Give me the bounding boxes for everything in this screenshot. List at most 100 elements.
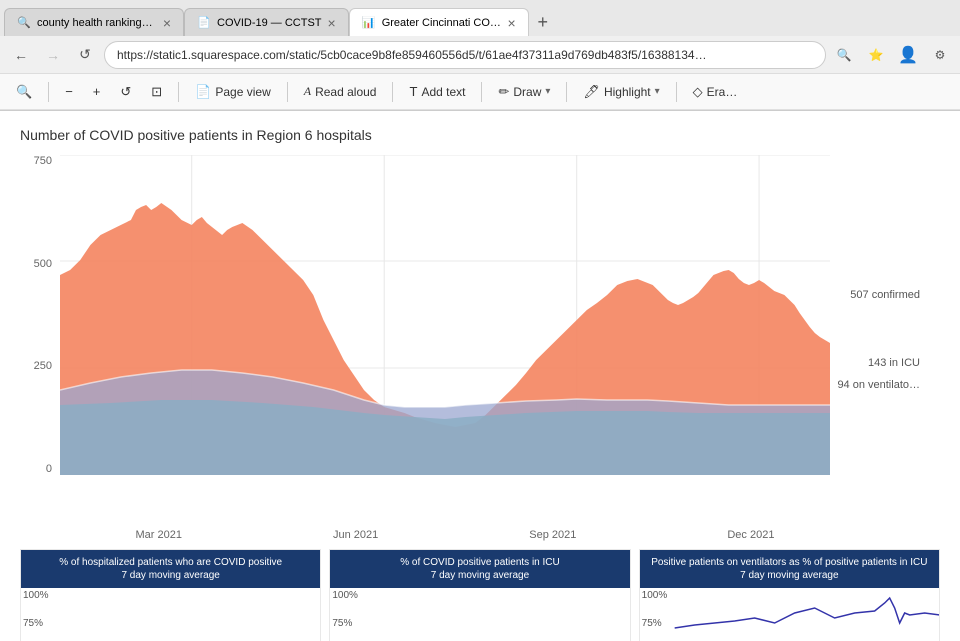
main-chart-svg bbox=[60, 155, 830, 475]
bottom-chart-3-y2: 75% bbox=[642, 618, 662, 629]
bottom-chart-3-header: Positive patients on ventilators as % of… bbox=[640, 550, 939, 588]
bottom-chart-icu: % of COVID positive patients in ICU7 day… bbox=[329, 549, 630, 641]
chart-area: 750 500 250 0 bbox=[20, 155, 920, 525]
erase-label: Era… bbox=[707, 85, 738, 99]
toolbar-divider-2 bbox=[178, 82, 179, 102]
fit-page-button[interactable]: ⊡ bbox=[143, 80, 170, 104]
page-view-button[interactable]: 📄 Page view bbox=[187, 80, 279, 104]
main-content: Number of COVID positive patients in Reg… bbox=[0, 111, 960, 641]
bottom-chart-1-y1: 100% bbox=[23, 590, 49, 601]
page-view-icon: 📄 bbox=[195, 84, 211, 100]
url-box[interactable]: https://static1.squarespace.com/static/5… bbox=[104, 41, 826, 69]
toolbar-divider-3 bbox=[287, 82, 288, 102]
y-axis: 750 500 250 0 bbox=[20, 155, 60, 475]
tab1-title: county health rankings - Google bbox=[37, 17, 157, 29]
y-label-500: 500 bbox=[34, 258, 52, 270]
fit-page-icon: ⊡ bbox=[151, 84, 162, 100]
read-aloud-button[interactable]: A Read aloud bbox=[296, 80, 385, 103]
chart-right-labels: 507 confirmed 143 in ICU 94 on ventilato… bbox=[830, 155, 920, 475]
y-label-250: 250 bbox=[34, 360, 52, 372]
pdf-toolbar: 🔍 − + ↺ ⊡ 📄 Page view A Read aloud T Add… bbox=[0, 74, 960, 110]
y-label-0: 0 bbox=[46, 463, 52, 475]
bottom-chart-2-body: 100% 75% bbox=[330, 588, 629, 641]
bottom-chart-2-header: % of COVID positive patients in ICU7 day… bbox=[330, 550, 629, 588]
favorites-icon[interactable]: ⭐ bbox=[864, 43, 888, 67]
url-text: https://static1.squarespace.com/static/5… bbox=[117, 48, 707, 62]
profile-icon[interactable]: 👤 bbox=[896, 43, 920, 67]
toolbar-divider-7 bbox=[676, 82, 677, 102]
icu-label: 143 in ICU bbox=[868, 357, 920, 369]
bottom-chart-hospitalized: % of hospitalized patients who are COVID… bbox=[20, 549, 321, 641]
rotate-button[interactable]: ↺ bbox=[112, 80, 139, 104]
tab2-favicon: 📄 bbox=[197, 16, 211, 30]
highlight-arrow: ▾ bbox=[655, 86, 660, 97]
bottom-charts: % of hospitalized patients who are COVID… bbox=[20, 549, 940, 641]
y-label-750: 750 bbox=[34, 155, 52, 167]
x-label-dec: Dec 2021 bbox=[727, 529, 774, 541]
read-aloud-icon: A bbox=[304, 84, 311, 99]
browser-chrome: 🔍 county health rankings - Google × 📄 CO… bbox=[0, 0, 960, 111]
erase-button[interactable]: ◇ Era… bbox=[685, 80, 746, 104]
highlight-icon: 🖊 bbox=[583, 84, 600, 100]
bottom-chart-ventilator: Positive patients on ventilators as % of… bbox=[639, 549, 940, 641]
x-label-jun: Jun 2021 bbox=[333, 529, 378, 541]
tab1-close[interactable]: × bbox=[163, 15, 171, 31]
toolbar-divider-1 bbox=[48, 82, 49, 102]
ventilator-label: 94 on ventilato… bbox=[837, 379, 920, 391]
bottom-chart-3-y1: 100% bbox=[642, 590, 668, 601]
toolbar-divider-6 bbox=[566, 82, 567, 102]
tab3-favicon: 📊 bbox=[362, 16, 376, 30]
draw-icon: ✏ bbox=[498, 84, 509, 100]
draw-label: Draw bbox=[513, 85, 541, 99]
address-bar-icons: 🔍 ⭐ 👤 ⚙ bbox=[832, 43, 952, 67]
settings-icon[interactable]: ⚙ bbox=[928, 43, 952, 67]
tab2-title: COVID-19 — CCTST bbox=[217, 17, 322, 29]
bottom-chart-2-y1: 100% bbox=[332, 590, 358, 601]
add-text-icon: T bbox=[409, 84, 417, 99]
chart-svg-container bbox=[60, 155, 830, 475]
search-collections-icon[interactable]: 🔍 bbox=[832, 43, 856, 67]
chart-title: Number of COVID positive patients in Reg… bbox=[20, 127, 940, 143]
x-axis: Mar 2021 Jun 2021 Sep 2021 Dec 2021 bbox=[20, 529, 940, 541]
zoom-out-button[interactable]: − bbox=[57, 80, 81, 103]
bottom-chart-1-body: 100% 75% bbox=[21, 588, 320, 641]
forward-button[interactable]: → bbox=[40, 42, 66, 68]
toolbar-divider-5 bbox=[481, 82, 482, 102]
tab-covid19-site[interactable]: 📊 Greater Cincinnati COVID-19 Sit… × bbox=[349, 8, 529, 36]
draw-arrow: ▾ bbox=[545, 86, 550, 97]
zoom-in-button[interactable]: + bbox=[85, 80, 109, 103]
bottom-chart-1-header: % of hospitalized patients who are COVID… bbox=[21, 550, 320, 588]
search-tool-icon: 🔍 bbox=[16, 84, 32, 100]
zoom-in-icon: + bbox=[93, 84, 101, 99]
tab2-close[interactable]: × bbox=[328, 15, 336, 31]
toolbar-divider-4 bbox=[392, 82, 393, 102]
tab3-title: Greater Cincinnati COVID-19 Sit… bbox=[382, 17, 502, 29]
zoom-out-icon: − bbox=[65, 84, 73, 99]
tab-bar: 🔍 county health rankings - Google × 📄 CO… bbox=[0, 0, 960, 36]
add-text-button[interactable]: T Add text bbox=[401, 80, 473, 103]
tab-cctst[interactable]: 📄 COVID-19 — CCTST × bbox=[184, 8, 349, 36]
back-button[interactable]: ← bbox=[8, 42, 34, 68]
add-text-label: Add text bbox=[421, 85, 465, 99]
bottom-chart-1-y2: 75% bbox=[23, 618, 43, 629]
confirmed-label: 507 confirmed bbox=[850, 289, 920, 301]
tab1-favicon: 🔍 bbox=[17, 16, 31, 30]
address-bar: ← → ↺ https://static1.squarespace.com/st… bbox=[0, 36, 960, 74]
reload-button[interactable]: ↺ bbox=[72, 42, 98, 68]
search-tool-button[interactable]: 🔍 bbox=[8, 80, 40, 104]
new-tab-button[interactable]: + bbox=[529, 8, 557, 36]
page-view-label: Page view bbox=[215, 85, 270, 99]
bottom-chart-2-y2: 75% bbox=[332, 618, 352, 629]
highlight-label: Highlight bbox=[604, 85, 651, 99]
draw-button[interactable]: ✏ Draw ▾ bbox=[490, 80, 558, 104]
x-label-sep: Sep 2021 bbox=[529, 529, 576, 541]
x-label-mar: Mar 2021 bbox=[136, 529, 182, 541]
highlight-button[interactable]: 🖊 Highlight ▾ bbox=[575, 80, 667, 104]
ventilator-sparkline bbox=[665, 593, 939, 641]
rotate-icon: ↺ bbox=[120, 84, 131, 100]
tab-county-health[interactable]: 🔍 county health rankings - Google × bbox=[4, 8, 184, 36]
erase-icon: ◇ bbox=[693, 84, 703, 100]
bottom-chart-3-body: 100% 75% bbox=[640, 588, 939, 641]
read-aloud-label: Read aloud bbox=[315, 85, 376, 99]
tab3-close[interactable]: × bbox=[508, 15, 516, 31]
